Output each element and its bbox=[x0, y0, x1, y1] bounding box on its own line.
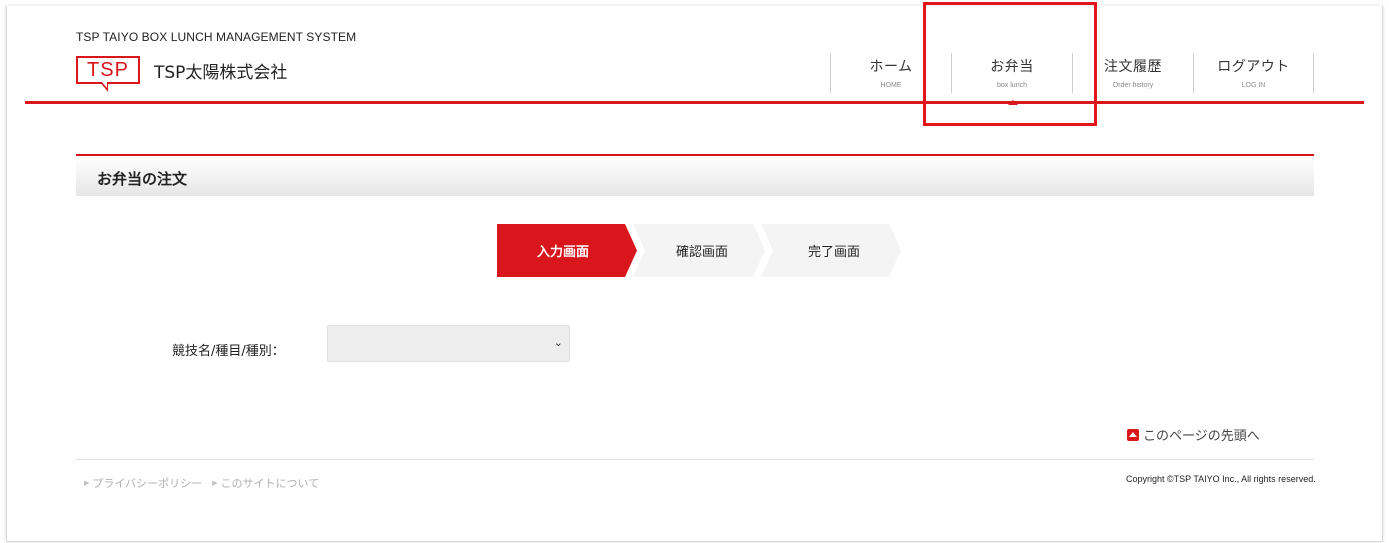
step-complete: 完了画面 bbox=[761, 224, 901, 277]
nav-item-sublabel: HOME bbox=[880, 82, 902, 89]
caret-right-icon: ▶ bbox=[84, 479, 90, 487]
nav-item-label: ログアウト bbox=[1217, 59, 1290, 75]
nav-item-sublabel: LOG IN bbox=[1241, 82, 1266, 89]
footer-link-label: プライバシーポリシー bbox=[92, 477, 203, 490]
header-divider bbox=[25, 101, 1364, 104]
nav-item-logout[interactable]: ログアウト LOG IN bbox=[1193, 53, 1314, 93]
arrow-up-icon bbox=[1127, 428, 1139, 441]
chevron-down-icon: ⌄ bbox=[553, 336, 563, 349]
step-label: 入力画面 bbox=[536, 245, 589, 260]
back-to-top-label: このページの先頭へ bbox=[1143, 429, 1260, 444]
footer-link-about[interactable]: ▶ このサイトについて bbox=[212, 475, 319, 491]
system-title: TSP TAIYO BOX LUNCH MANAGEMENT SYSTEM bbox=[76, 30, 357, 44]
page-title: お弁当の注文 bbox=[97, 170, 188, 188]
nav-item-sublabel: Order history bbox=[1112, 82, 1154, 89]
nav-item-label: お弁当 bbox=[990, 59, 1034, 75]
step-input: 入力画面 bbox=[497, 224, 637, 277]
tsp-logo-icon: TSP bbox=[76, 56, 140, 92]
event-select[interactable]: ⌄ bbox=[327, 325, 570, 362]
company-name: TSP太陽株式会社 bbox=[154, 62, 288, 83]
nav-item-order-history[interactable]: 注文履歴 Order history bbox=[1072, 53, 1193, 93]
main-nav: ホーム HOME お弁当 box lunch 注文履歴 Order histor… bbox=[830, 53, 1314, 105]
step-label: 完了画面 bbox=[807, 245, 860, 260]
nav-item-box-lunch[interactable]: お弁当 box lunch bbox=[951, 53, 1072, 105]
event-label: 競技名/種目/種別： bbox=[172, 344, 285, 359]
progress-steps: 入力画面 確認画面 完了画面 bbox=[497, 224, 901, 277]
step-label: 確認画面 bbox=[675, 245, 728, 260]
section-header: お弁当の注文 bbox=[76, 154, 1314, 196]
nav-item-home[interactable]: ホーム HOME bbox=[830, 53, 951, 93]
copyright: Copyright ©TSP TAIYO Inc., All rights re… bbox=[1126, 474, 1316, 484]
back-to-top-link[interactable]: このページの先頭へ bbox=[1127, 425, 1260, 444]
nav-item-label: ホーム bbox=[869, 59, 913, 75]
footer-links: ▶ プライバシーポリシー ▶ このサイトについて bbox=[84, 475, 329, 491]
caret-right-icon: ▶ bbox=[212, 479, 218, 487]
step-confirm: 確認画面 bbox=[633, 224, 765, 277]
footer-link-label: このサイトについて bbox=[220, 477, 320, 490]
company-logo[interactable]: TSP TSP太陽株式会社 bbox=[76, 56, 288, 92]
nav-item-label: 注文履歴 bbox=[1104, 59, 1162, 75]
footer-divider bbox=[76, 459, 1314, 460]
nav-item-sublabel: box lunch bbox=[997, 82, 1027, 89]
footer-link-privacy[interactable]: ▶ プライバシーポリシー bbox=[84, 475, 202, 491]
